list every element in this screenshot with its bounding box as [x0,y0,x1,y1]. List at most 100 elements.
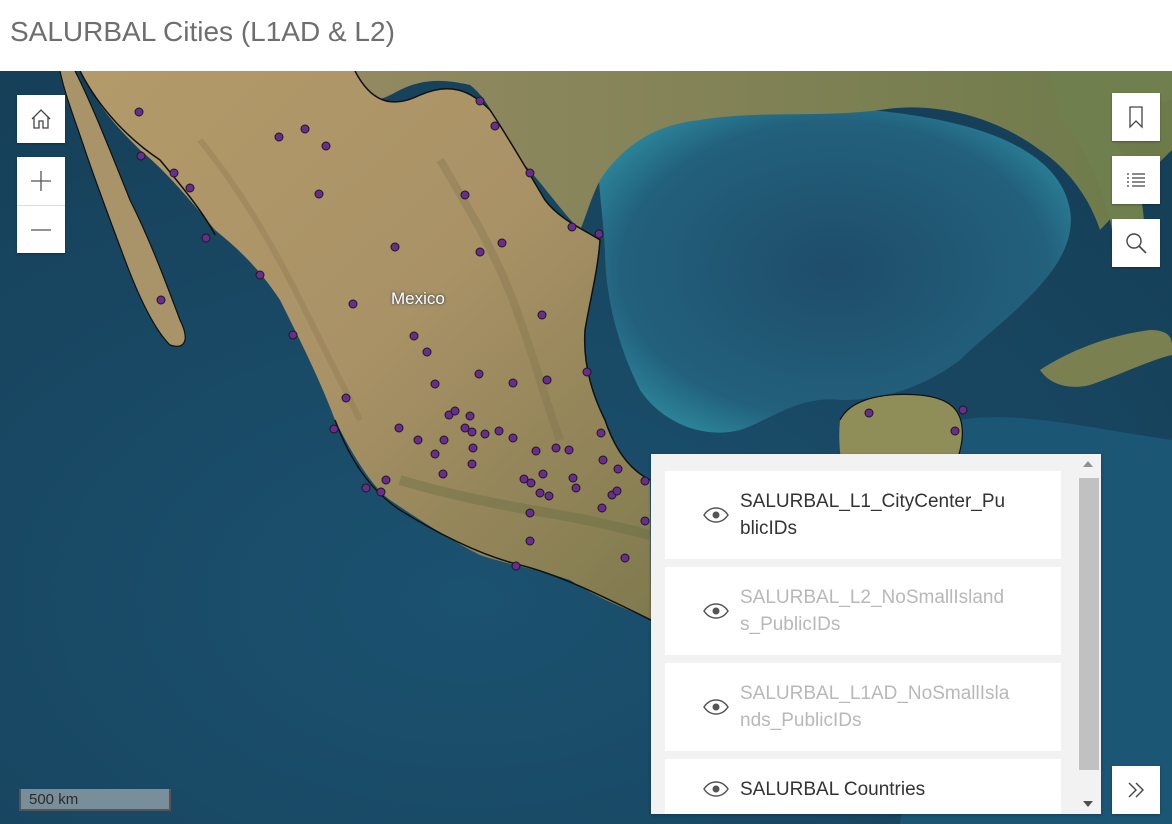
city-point[interactable] [480,429,490,439]
city-point[interactable] [564,445,574,455]
zoom-out-button[interactable] [17,205,65,253]
city-point[interactable] [348,299,358,309]
city-point[interactable] [413,435,423,445]
city-point[interactable] [958,405,968,415]
city-point[interactable] [511,561,521,571]
city-point[interactable] [430,449,440,459]
layer-name: SALURBAL_L2_NoSmallIslands_PublicIDs [740,587,1005,635]
city-point[interactable] [568,473,578,483]
city-point[interactable] [329,424,339,434]
city-point[interactable] [508,433,518,443]
city-point[interactable] [640,476,650,486]
layer-list-scrollbar[interactable] [1077,454,1101,814]
city-point[interactable] [156,295,166,305]
city-point[interactable] [864,408,874,418]
minus-icon [31,228,51,231]
city-point[interactable] [582,367,592,377]
city-point[interactable] [438,469,448,479]
city-point[interactable] [409,331,419,341]
layer-item-l1ad-nosmallislands[interactable]: SALURBAL_L1AD_NoSmallIslands_PublicIDs [665,663,1061,751]
city-point[interactable] [535,488,545,498]
map-view[interactable]: Mexico 500 km SALURBAL_L1_CityCenter_Pub… [0,71,1172,824]
city-point[interactable] [394,423,404,433]
eye-icon[interactable] [703,507,729,523]
city-point[interactable] [300,124,310,134]
city-point[interactable] [390,242,400,252]
city-point[interactable] [422,347,432,357]
city-point[interactable] [314,189,324,199]
layer-item-l1-citycenter[interactable]: SALURBAL_L1_CityCenter_PublicIDs [665,471,1061,559]
city-point[interactable] [551,443,561,453]
city-point[interactable] [950,426,960,436]
city-point[interactable] [185,183,195,193]
eye-icon[interactable] [703,699,729,715]
scale-label: 500 km [29,790,79,808]
search-icon [1126,233,1147,254]
expand-button[interactable] [1112,766,1160,814]
city-point[interactable] [525,536,535,546]
scroll-down-arrow-icon[interactable] [1083,801,1093,807]
city-point[interactable] [640,516,650,526]
zoom-in-button[interactable] [17,157,65,205]
city-point[interactable] [567,222,577,232]
city-point[interactable] [474,369,484,379]
city-point[interactable] [598,455,608,465]
city-point[interactable] [544,491,554,501]
city-point[interactable] [571,483,581,493]
city-point[interactable] [381,475,391,485]
city-point[interactable] [475,247,485,257]
bookmarks-button[interactable] [1112,93,1160,141]
layer-item-countries[interactable]: SALURBAL Countries [665,759,1061,814]
eye-icon[interactable] [703,603,729,619]
zoom-controls [17,157,65,253]
country-label-mexico: Mexico [391,289,445,308]
city-point[interactable] [255,270,265,280]
city-point[interactable] [430,379,440,389]
city-point[interactable] [450,406,460,416]
city-point[interactable] [376,487,386,497]
city-point[interactable] [475,96,485,106]
city-point[interactable] [134,107,144,117]
city-point[interactable] [596,428,606,438]
city-point[interactable] [494,426,504,436]
city-point[interactable] [537,310,547,320]
city-point[interactable] [597,503,607,513]
city-point[interactable] [467,427,477,437]
city-point[interactable] [531,446,541,456]
layer-item-l2-nosmallislands[interactable]: SALURBAL_L2_NoSmallIslands_PublicIDs [665,567,1061,655]
city-point[interactable] [439,435,449,445]
home-icon [31,109,51,129]
city-point[interactable] [497,238,507,248]
scroll-up-arrow-icon[interactable] [1083,461,1093,467]
city-point[interactable] [361,483,371,493]
city-point[interactable] [274,132,284,142]
city-point[interactable] [341,393,351,403]
city-point[interactable] [490,121,500,131]
layer-name: SALURBAL_L1_CityCenter_PublicIDs [740,491,1006,539]
city-point[interactable] [468,443,478,453]
layer-list-button[interactable] [1112,156,1160,204]
city-point[interactable] [526,478,536,488]
home-button[interactable] [17,95,65,143]
city-point[interactable] [525,168,535,178]
city-point[interactable] [613,464,623,474]
city-point[interactable] [169,168,179,178]
city-point[interactable] [321,141,331,151]
city-point[interactable] [612,486,622,496]
city-point[interactable] [525,508,535,518]
eye-icon[interactable] [703,781,729,797]
city-point[interactable] [201,233,211,243]
scroll-thumb[interactable] [1079,478,1099,770]
city-point[interactable] [465,411,475,421]
city-point[interactable] [467,459,477,469]
city-point[interactable] [508,378,518,388]
layer-name: SALURBAL Countries [740,778,926,800]
city-point[interactable] [542,375,552,385]
city-point[interactable] [136,151,146,161]
city-point[interactable] [460,190,470,200]
city-point[interactable] [620,553,630,563]
city-point[interactable] [594,229,604,239]
city-point[interactable] [538,469,548,479]
city-point[interactable] [288,330,298,340]
search-button[interactable] [1112,219,1160,267]
